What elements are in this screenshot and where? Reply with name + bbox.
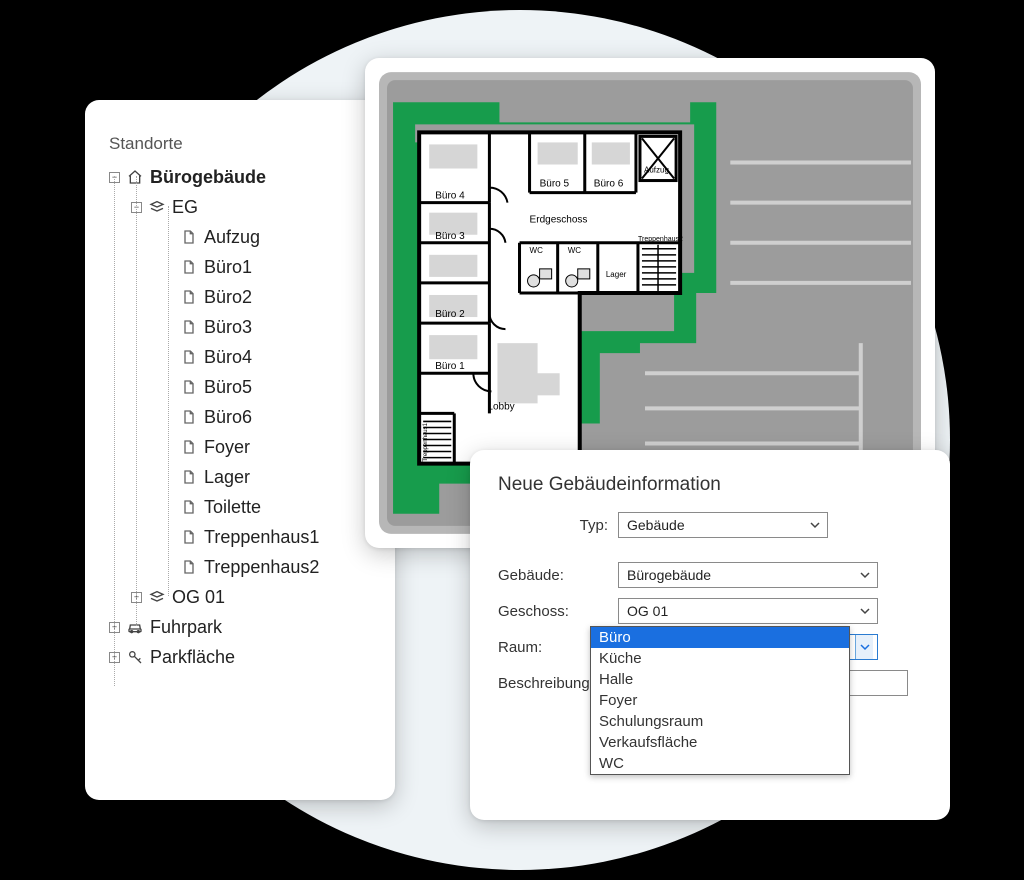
tree-item[interactable]: +Parkfläche [109,642,383,672]
page-icon [180,258,198,276]
floor-icon [148,198,166,216]
room-label-buero2: Büro 2 [435,309,465,320]
page-icon [180,528,198,546]
row-typ: Typ: Gebäude [498,512,922,538]
page-icon [180,558,198,576]
room-label-buero4: Büro 4 [435,191,465,202]
room-label-buero3: Büro 3 [435,231,465,242]
page-icon [180,468,198,486]
tree-item-label: Büro6 [204,407,252,428]
select-gebaeude[interactable]: Bürogebäude [618,562,878,588]
tree-item-label: Büro2 [204,287,252,308]
tree-item-label: Toilette [204,497,261,518]
dropdown-raum-options[interactable]: BüroKücheHalleFoyerSchulungsraumVerkaufs… [590,626,850,775]
room-label-lobby: Lobby [487,401,514,412]
tree-item-label: Büro3 [204,317,252,338]
tree-item-label: Treppenhaus1 [204,527,319,548]
tree-item[interactable]: Treppenhaus2 [109,552,383,582]
tree-item[interactable]: Toilette [109,492,383,522]
floor-icon [148,588,166,606]
label-typ: Typ: [498,517,608,534]
dropdown-option[interactable]: Schulungsraum [591,711,849,732]
tree-item[interactable]: Foyer [109,432,383,462]
chevron-down-icon [857,603,873,619]
form-panel: Neue Gebäudeinformation Typ: Gebäude Geb… [470,450,950,820]
chevron-down-icon [857,567,873,583]
tree-item[interactable]: −Bürogebäude [109,162,383,192]
room-label-main: Erdgeschoss [530,215,588,226]
tree-item[interactable]: −EG [109,192,383,222]
room-label-treppenhaus1: Treppenhaus1 [423,422,429,461]
select-geschoss-value: OG 01 [627,603,668,619]
home-icon [126,168,144,186]
room-label-lager: Lager [606,270,627,279]
page-icon [180,378,198,396]
page-icon [180,228,198,246]
dropdown-option[interactable]: Verkaufsfläche [591,732,849,753]
room-label-buero5: Büro 5 [540,179,570,190]
dropdown-option[interactable]: Büro [591,627,849,648]
tree-item-label: Bürogebäude [150,167,266,188]
tree-item[interactable]: Büro2 [109,282,383,312]
form-title: Neue Gebäudeinformation [498,474,922,496]
tree-panel: Standorte −Bürogebäude−EG Aufzug Büro1 Büro… [85,100,395,800]
page-icon [180,438,198,456]
room-label-buero6: Büro 6 [594,179,624,190]
room-label-aufzug: Aufzug [644,166,669,175]
select-typ[interactable]: Gebäude [618,512,828,538]
tree-item[interactable]: Aufzug [109,222,383,252]
label-geschoss: Geschoss: [498,603,608,620]
select-gebaeude-value: Bürogebäude [627,567,711,583]
tree-item-label: Foyer [204,437,250,458]
key-icon [126,648,144,666]
page-icon [180,318,198,336]
tree-item[interactable]: +OG 01 [109,582,383,612]
tree-item[interactable]: +Fuhrpark [109,612,383,642]
dropdown-option[interactable]: Halle [591,669,849,690]
tree-item[interactable]: Büro6 [109,402,383,432]
select-typ-value: Gebäude [627,517,685,533]
row-geschoss: Geschoss: OG 01 [498,598,922,624]
label-gebaeude: Gebäude: [498,567,608,584]
room-label-buero1: Büro 1 [435,361,465,372]
tree-item-label: OG 01 [172,587,225,608]
tree-item-label: Büro1 [204,257,252,278]
tree-item[interactable]: Büro1 [109,252,383,282]
dropdown-option[interactable]: WC [591,753,849,774]
car-icon [126,618,144,636]
dropdown-option[interactable]: Foyer [591,690,849,711]
tree-item-label: Treppenhaus2 [204,557,319,578]
tree-item-label: Büro5 [204,377,252,398]
room-label-wc2: WC [568,246,582,255]
tree-item-label: Aufzug [204,227,260,248]
page-icon [180,348,198,366]
room-label-treppenhaus2: Treppenhaus2 [638,236,683,243]
tree-body: −Bürogebäude−EG Aufzug Büro1 Büro2 Büro3 Büro… [109,162,383,672]
page-icon [180,288,198,306]
chevron-down-icon [807,517,823,533]
select-geschoss[interactable]: OG 01 [618,598,878,624]
tree-item[interactable]: Büro5 [109,372,383,402]
tree-item[interactable]: Treppenhaus1 [109,522,383,552]
tree-item[interactable]: Büro4 [109,342,383,372]
tree-item-label: Büro4 [204,347,252,368]
tree-item-label: EG [172,197,198,218]
tree-item[interactable]: Lager [109,462,383,492]
chevron-down-icon [855,635,873,659]
dropdown-option[interactable]: Küche [591,648,849,669]
tree-item-label: Fuhrpark [150,617,222,638]
row-gebaeude: Gebäude: Bürogebäude [498,562,922,588]
page-icon [180,498,198,516]
tree-item-label: Parkfläche [150,647,235,668]
tree-title: Standorte [109,134,383,154]
tree-item[interactable]: Büro3 [109,312,383,342]
page-icon [180,408,198,426]
tree-item-label: Lager [204,467,250,488]
room-label-wc1: WC [530,246,544,255]
